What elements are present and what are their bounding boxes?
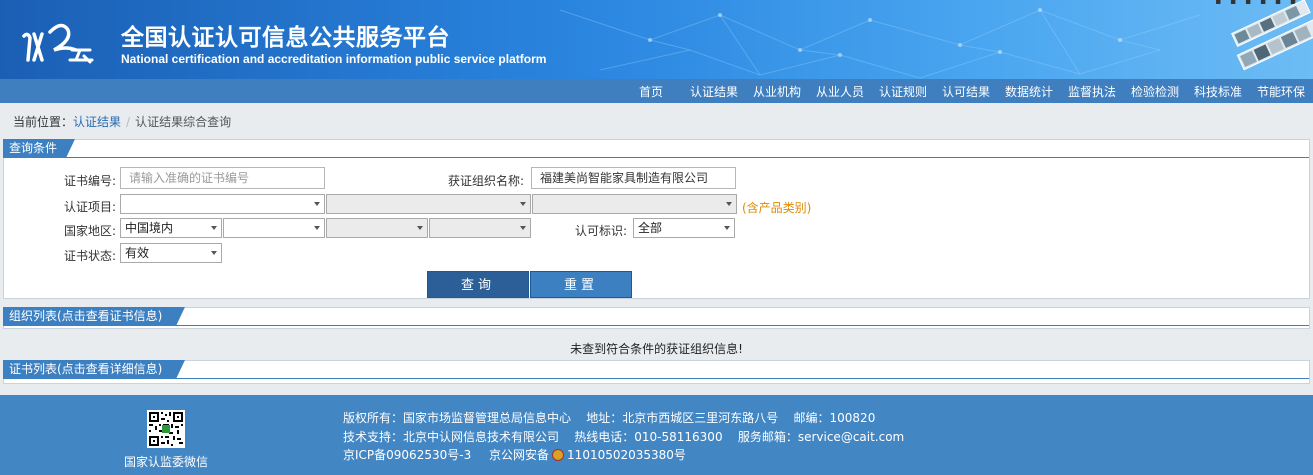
region-label: 国家地区: bbox=[63, 224, 116, 238]
cert-project-select-2[interactable] bbox=[326, 194, 531, 214]
breadcrumb-current: 认证结果综合查询 bbox=[135, 115, 232, 129]
nav-item-accreditation-results[interactable]: 认可结果 bbox=[942, 83, 990, 100]
product-category-note: (含产品类别) bbox=[742, 201, 812, 215]
cert-no-input[interactable]: 请输入准确的证书编号 bbox=[120, 167, 325, 189]
footer-support-line: 技术支持：北京中认网信息技术有限公司 热线电话：010-58116300 服务邮… bbox=[343, 430, 905, 444]
public-security-label: 京公网安备 bbox=[489, 448, 550, 462]
chevron-down-icon bbox=[314, 202, 320, 206]
accreditation-mark-label: 认可标识: bbox=[574, 224, 627, 238]
cert-list-tab: 证书列表(点击查看详细信息) bbox=[3, 360, 185, 379]
org-list-divider bbox=[4, 325, 1309, 326]
chevron-down-icon bbox=[520, 226, 526, 230]
public-security-record[interactable]: 11010502035380号 bbox=[567, 448, 686, 462]
main-nav: 首页 认证结果 从业机构 从业人员 认证规则 认可结果 数据统计 监督执法 检验… bbox=[0, 79, 1313, 103]
nav-item-personnel[interactable]: 从业人员 bbox=[816, 83, 864, 100]
chevron-down-icon bbox=[417, 226, 423, 230]
org-name-label: 获证组织名称: bbox=[447, 174, 524, 188]
nav-item-standards[interactable]: 科技标准 bbox=[1194, 83, 1242, 100]
region-select-2[interactable] bbox=[223, 218, 325, 238]
cert-no-label: 证书编号: bbox=[63, 174, 116, 188]
cert-project-select-1[interactable] bbox=[120, 194, 325, 214]
nav-item-cert-results[interactable]: 认证结果 bbox=[690, 83, 738, 100]
nav-item-inspection[interactable]: 检验检测 bbox=[1131, 83, 1179, 100]
query-panel-tab: 查询条件 bbox=[3, 139, 75, 158]
region-select-4[interactable] bbox=[429, 218, 531, 238]
accreditation-mark-value: 全部 bbox=[638, 221, 663, 235]
cert-project-select-3[interactable] bbox=[532, 194, 737, 214]
nav-item-institutions[interactable]: 从业机构 bbox=[753, 83, 801, 100]
header-photo-strip bbox=[1231, 0, 1313, 71]
site-footer: 国家认监委微信 版权所有：国家市场监督管理总局信息中心 地址：北京市西城区三里河… bbox=[0, 395, 1313, 475]
nav-item-home[interactable]: 首页 bbox=[639, 83, 663, 100]
site-header: 全国认证认可信息公共服务平台 National certification an… bbox=[0, 0, 1313, 79]
reset-button[interactable]: 重置 bbox=[530, 271, 632, 298]
cert-status-value: 有效 bbox=[125, 246, 150, 260]
org-list-empty-message: 未查到符合条件的获证组织信息! bbox=[570, 342, 743, 356]
breadcrumb: 当前位置：认证结果 / 认证结果综合查询 bbox=[13, 113, 231, 130]
nav-item-energy[interactable]: 节能环保 bbox=[1257, 83, 1305, 100]
query-panel-divider bbox=[4, 157, 1309, 158]
cert-status-label: 证书状态: bbox=[63, 249, 116, 263]
police-badge-icon bbox=[552, 449, 565, 461]
search-button[interactable]: 查询 bbox=[427, 271, 529, 298]
chevron-down-icon bbox=[726, 202, 732, 206]
accreditation-mark-select[interactable]: 全部 bbox=[633, 218, 735, 238]
nav-item-cert-rules[interactable]: 认证规则 bbox=[879, 83, 927, 100]
cert-status-select[interactable]: 有效 bbox=[120, 243, 222, 263]
chevron-down-icon bbox=[211, 226, 217, 230]
chevron-down-icon bbox=[211, 251, 217, 255]
region-select-1[interactable]: 中国境内 bbox=[120, 218, 222, 238]
query-panel: 查询条件 证书编号: 请输入准确的证书编号 获证组织名称: 福建美尚智能家具制造… bbox=[3, 139, 1310, 299]
site-subtitle: National certification and accreditation… bbox=[121, 52, 547, 66]
chevron-down-icon bbox=[724, 226, 730, 230]
org-list-tab: 组织列表(点击查看证书信息) bbox=[3, 307, 185, 326]
chevron-down-icon bbox=[314, 226, 320, 230]
region-select-value: 中国境内 bbox=[125, 221, 174, 235]
wechat-qr-code bbox=[147, 410, 185, 448]
org-name-input[interactable]: 福建美尚智能家具制造有限公司 bbox=[531, 167, 736, 189]
footer-copyright-line: 版权所有：国家市场监督管理总局信息中心 地址：北京市西城区三里河东路八号 邮编：… bbox=[343, 411, 876, 425]
chevron-down-icon bbox=[520, 202, 526, 206]
nav-item-statistics[interactable]: 数据统计 bbox=[1005, 83, 1053, 100]
icp-record[interactable]: 京ICP备09062530号-3 bbox=[343, 448, 471, 462]
footer-icp-line: 京ICP备09062530号-3 京公网安备 11010502035380号 bbox=[343, 446, 686, 463]
site-title: 全国认证认可信息公共服务平台 bbox=[121, 25, 450, 51]
breadcrumb-link-cert-results[interactable]: 认证结果 bbox=[73, 115, 121, 129]
qr-caption: 国家认监委微信 bbox=[124, 455, 209, 469]
nav-item-supervision[interactable]: 监督执法 bbox=[1068, 83, 1116, 100]
breadcrumb-separator: / bbox=[126, 115, 131, 129]
org-list-panel: 组织列表(点击查看证书信息) bbox=[3, 307, 1310, 329]
region-select-3[interactable] bbox=[326, 218, 428, 238]
cert-list-panel: 证书列表(点击查看详细信息) bbox=[3, 360, 1310, 384]
site-logo[interactable] bbox=[20, 20, 98, 66]
page: 全国认证认可信息公共服务平台 National certification an… bbox=[0, 0, 1313, 475]
cert-list-divider bbox=[4, 378, 1309, 379]
cert-project-label: 认证项目: bbox=[63, 200, 116, 214]
breadcrumb-prefix: 当前位置： bbox=[13, 115, 74, 129]
